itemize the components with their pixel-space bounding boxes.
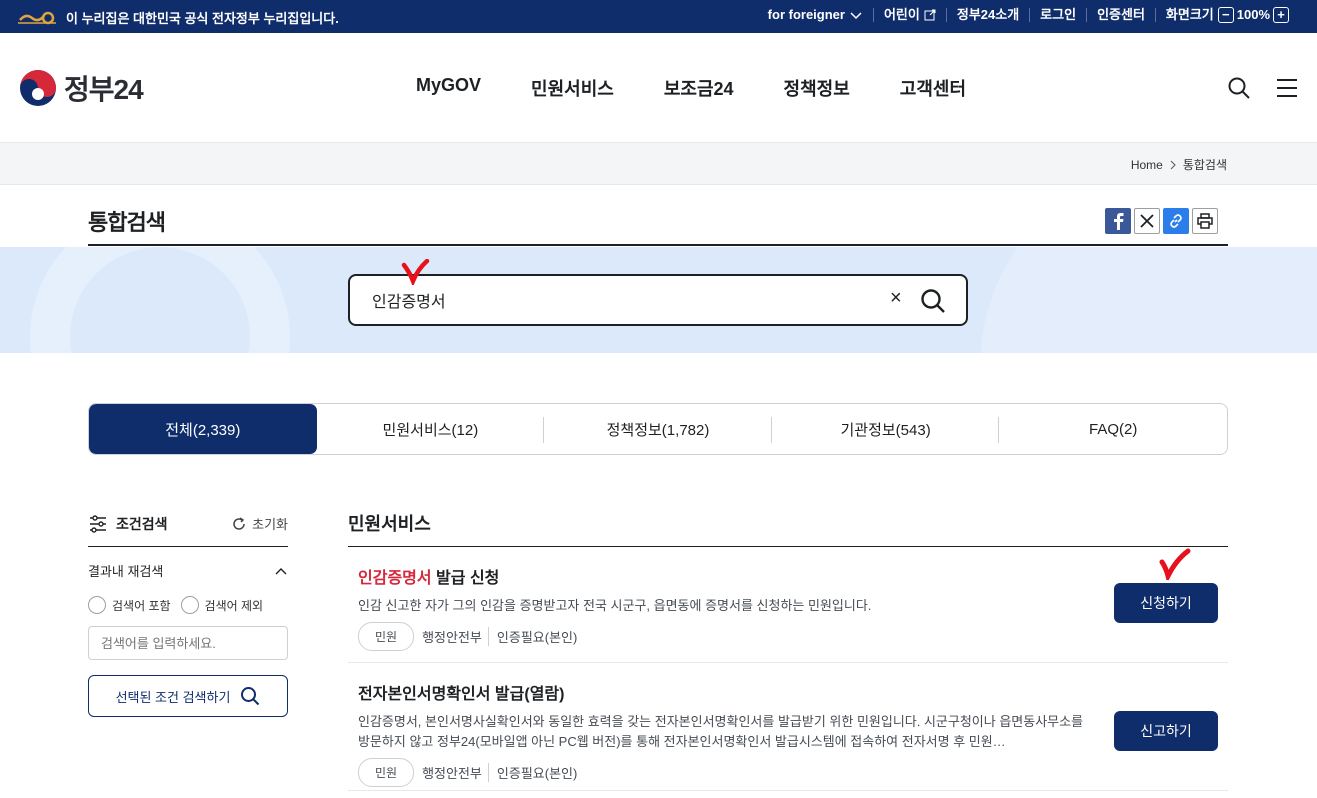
- printer-icon: [1197, 213, 1213, 229]
- breadcrumb-bar: Home 통합검색: [0, 143, 1317, 185]
- search-icon: [241, 687, 260, 706]
- result-title-rest: 발급 신청: [431, 570, 500, 587]
- screen-size-label: 화면크기: [1165, 7, 1214, 22]
- breadcrumb-home[interactable]: Home: [1131, 158, 1163, 172]
- gov-emblem-icon: [18, 11, 56, 24]
- result-agency: 행정안전부: [422, 763, 489, 782]
- link-icon: [1170, 214, 1182, 228]
- result-description: 인감증명서, 본인서명사실확인서와 동일한 효력을 갖는 전자본인서명확인서를 …: [358, 714, 1084, 749]
- kids-link[interactable]: 어린이: [874, 8, 947, 22]
- section-title: 민원서비스: [348, 505, 1228, 547]
- refine-search-toggle[interactable]: 결과내 재검색: [88, 561, 288, 580]
- type-badge: 민원: [358, 622, 415, 651]
- reset-button[interactable]: 초기화: [231, 514, 288, 533]
- result-agency: 행정안전부: [422, 627, 489, 646]
- for-foreigner-link[interactable]: for foreigner: [758, 8, 874, 22]
- refine-keyword-input[interactable]: [88, 626, 288, 660]
- filter-title: 조건검색: [88, 514, 168, 534]
- logo-text: 정부24: [64, 74, 144, 105]
- site-logo[interactable]: 정부24: [18, 68, 144, 108]
- external-link-icon: [924, 9, 936, 21]
- refresh-icon: [233, 516, 245, 530]
- tab-policy-label: 정책정보(1,782): [606, 421, 710, 439]
- sliders-icon: [90, 514, 106, 533]
- nav-mygov[interactable]: MyGOV: [416, 75, 481, 101]
- print-button[interactable]: [1192, 208, 1218, 234]
- tab-agency[interactable]: 기관정보(543): [772, 404, 1000, 454]
- chevron-up-icon: [275, 567, 287, 574]
- result-auth: 인증필요(본인): [496, 630, 578, 645]
- tab-policy[interactable]: 정책정보(1,782): [544, 404, 772, 454]
- gov-notice: 이 누리집은 대한민국 공식 전자정부 누리집입니다.: [18, 8, 339, 27]
- tab-faq[interactable]: FAQ(2): [999, 404, 1227, 454]
- nav-subsidy[interactable]: 보조금24: [664, 75, 734, 101]
- main-nav: MyGOV 민원서비스 보조금24 정책정보 고객센터: [416, 75, 1016, 101]
- exclude-keyword-label: 검색어 제외: [204, 598, 264, 613]
- result-title[interactable]: 인감증명서 발급 신청: [358, 564, 1218, 588]
- search-icon[interactable]: [1227, 76, 1251, 100]
- result-tabs: 전체(2,339) 민원서비스(12) 정책정보(1,782) 기관정보(543…: [88, 403, 1228, 455]
- condition-search-button[interactable]: 선택된 조건 검색하기: [88, 675, 288, 717]
- result-item: 인감증명서 발급 신청 인감 신고한 자가 그의 인감을 증명받고자 전국 시군…: [348, 547, 1228, 663]
- reset-label: 초기화: [252, 517, 288, 532]
- chevron-right-icon: [1170, 160, 1176, 169]
- filter-title-label: 조건검색: [116, 515, 168, 532]
- page-title-bar: 통합검색: [88, 185, 1228, 246]
- search-results: 민원서비스 인감증명서 발급 신청 인감 신고한 자가 그의 인감을 증명받고자…: [348, 505, 1228, 791]
- x-share-button[interactable]: [1134, 208, 1160, 234]
- include-keyword-radio[interactable]: 검색어 포함: [88, 596, 171, 614]
- result-title[interactable]: 전자본인서명확인서 발급(열람): [358, 680, 1218, 704]
- result-description: 인감 신고한 자가 그의 인감을 증명받고자 전국 시군구, 읍면동에 증명서를…: [358, 598, 872, 613]
- filter-sidebar: 조건검색 초기화 결과내 재검색 검색어 포함 검색어 제외 선택된 조건 검색…: [88, 505, 288, 717]
- tab-all[interactable]: 전체(2,339): [89, 404, 317, 454]
- facebook-share-button[interactable]: [1105, 208, 1131, 234]
- page-title: 통합검색: [88, 210, 166, 235]
- tab-civil-service-label: 민원서비스(12): [382, 421, 479, 439]
- zoom-out-button[interactable]: −: [1217, 7, 1234, 23]
- about-link[interactable]: 정부24소개: [947, 8, 1031, 22]
- search-band: ×: [0, 247, 1317, 353]
- clear-search-icon[interactable]: ×: [890, 287, 902, 310]
- result-title-highlight: 인감증명서: [358, 570, 432, 587]
- breadcrumb-current: 통합검색: [1182, 158, 1227, 172]
- for-foreigner-label: for foreigner: [767, 7, 845, 22]
- tab-civil-service[interactable]: 민원서비스(12): [317, 404, 545, 454]
- nav-policy[interactable]: 정책정보: [784, 75, 850, 101]
- condition-search-label: 선택된 조건 검색하기: [115, 689, 231, 705]
- screen-size: 화면크기 − 100% +: [1156, 7, 1299, 23]
- nav-customer-center[interactable]: 고객센터: [900, 75, 966, 101]
- nav-civil-service[interactable]: 민원서비스: [531, 75, 614, 101]
- facebook-icon: [1114, 213, 1124, 230]
- share-buttons: [1105, 208, 1218, 234]
- include-keyword-label: 검색어 포함: [112, 598, 171, 613]
- exclude-keyword-radio[interactable]: 검색어 제외: [180, 596, 264, 614]
- result-item: 전자본인서명확인서 발급(열람) 인감증명서, 본인서명사실확인서와 동일한 효…: [348, 663, 1228, 791]
- taegeuk-logo-icon: [20, 70, 56, 106]
- type-badge: 민원: [358, 758, 415, 787]
- gov-notice-bar: 이 누리집은 대한민국 공식 전자정부 누리집입니다. for foreigne…: [0, 0, 1317, 33]
- search-input[interactable]: [372, 288, 852, 312]
- refine-search-label: 결과내 재검색: [88, 564, 164, 579]
- search-box: ×: [348, 274, 968, 326]
- site-header: 정부24 MyGOV 민원서비스 보조금24 정책정보 고객센터: [0, 33, 1317, 143]
- result-auth: 인증필요(본인): [496, 766, 578, 781]
- login-link[interactable]: 로그인: [1030, 8, 1088, 22]
- search-submit-icon[interactable]: [920, 288, 946, 314]
- apply-button[interactable]: 신청하기: [1114, 583, 1218, 623]
- red-check-annotation-icon: [1159, 548, 1191, 580]
- menu-icon[interactable]: [1275, 76, 1299, 100]
- x-logo-icon: [1140, 214, 1154, 228]
- report-button[interactable]: 신고하기: [1114, 711, 1218, 751]
- tab-agency-label: 기관정보(543): [840, 421, 931, 439]
- zoom-level: 100%: [1236, 7, 1270, 22]
- gov-notice-text: 이 누리집은 대한민국 공식 전자정부 누리집입니다.: [66, 11, 339, 26]
- copy-link-button[interactable]: [1163, 208, 1189, 234]
- kids-label: 어린이: [883, 7, 920, 22]
- cert-center-link[interactable]: 인증센터: [1087, 8, 1156, 22]
- chevron-down-icon: [850, 12, 862, 20]
- zoom-in-button[interactable]: +: [1273, 7, 1289, 23]
- red-check-annotation-icon: [401, 259, 430, 285]
- breadcrumb: Home 통합검색: [1131, 156, 1227, 173]
